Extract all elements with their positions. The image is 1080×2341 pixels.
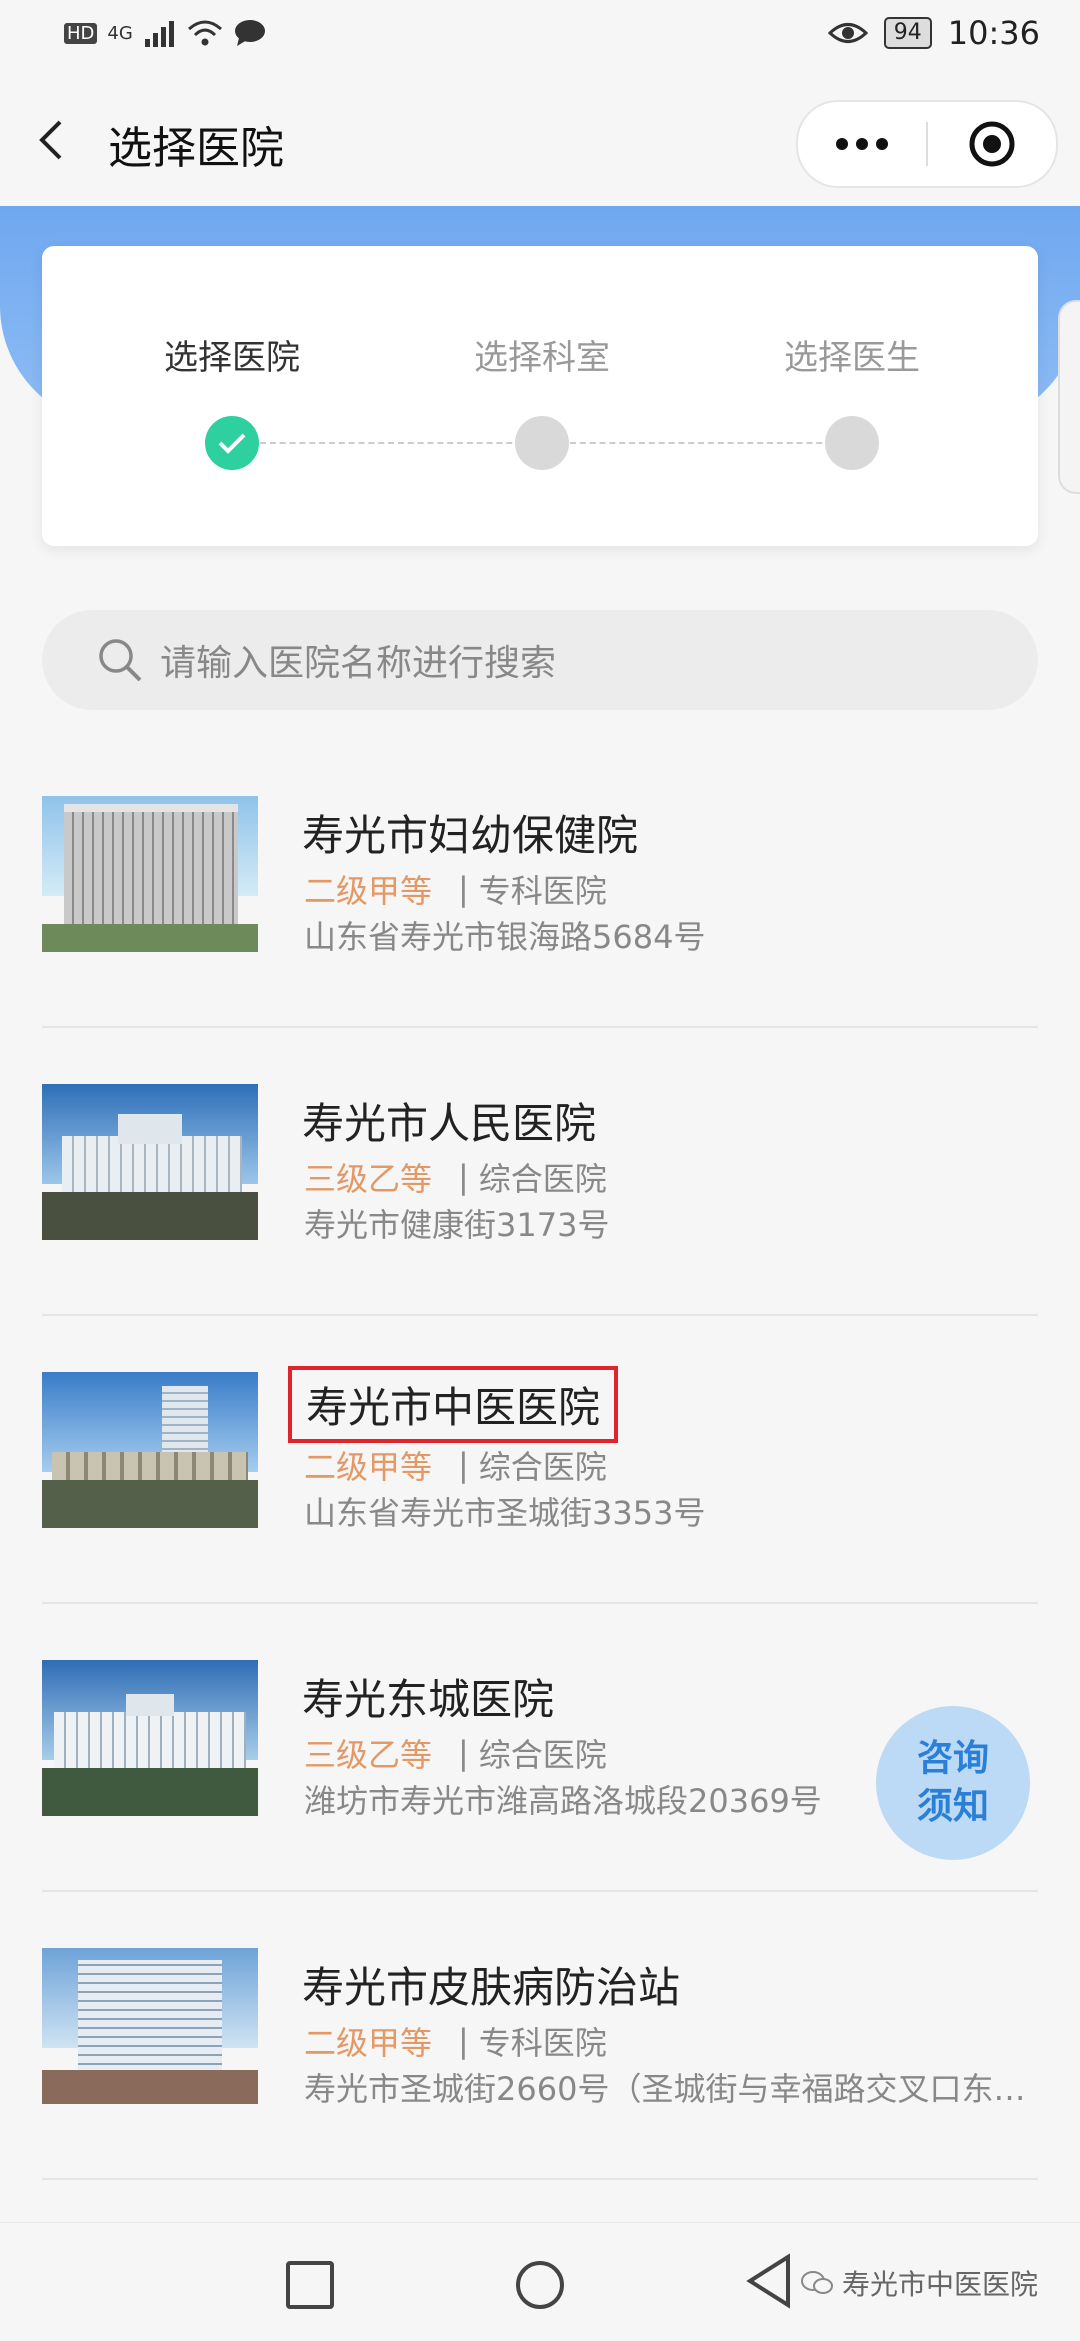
meta-separator: |	[458, 1734, 469, 1772]
list-item[interactable]: 寿光市妇幼保健院 二级甲等 | 专科医院 山东省寿光市银海路5684号	[42, 740, 1038, 1028]
mini-program-capsule	[796, 100, 1058, 188]
page-title: 选择医院	[108, 123, 284, 174]
wechat-icon	[801, 2271, 833, 2294]
home-button[interactable]	[516, 2261, 564, 2309]
check-icon	[218, 433, 246, 454]
step-label-hospital: 选择医院	[164, 338, 300, 378]
recent-apps-button[interactable]	[286, 2261, 334, 2309]
hospital-level: 三级乙等	[304, 1736, 433, 1774]
header: 选择医院	[0, 76, 1080, 206]
consult-notice-button[interactable]: 咨询 须知	[876, 1706, 1030, 1860]
hospital-list: 寿光市妇幼保健院 二级甲等 | 专科医院 山东省寿光市银海路5684号 寿光市人…	[42, 740, 1038, 2180]
step-progress-card: 选择医院 选择科室 选择医生	[42, 246, 1038, 546]
hospital-name: 寿光东城医院	[302, 1675, 555, 1724]
step-label-doctor: 选择医生	[784, 338, 920, 378]
hospital-meta: 二级甲等 | 专科医院	[304, 866, 607, 912]
list-item[interactable]: 寿光市人民医院 三级乙等 | 综合医院 寿光市健康街3173号	[42, 1028, 1038, 1316]
consult-line-2: 须知	[916, 1786, 989, 1827]
step-label-department: 选择科室	[474, 338, 610, 378]
hospital-address: 山东省寿光市圣城街3353号	[304, 1494, 706, 1532]
meta-separator: |	[458, 1158, 469, 1196]
search-bar[interactable]: 请输入医院名称进行搜索	[42, 610, 1038, 710]
more-dots-icon	[836, 138, 888, 150]
hospital-name: 寿光市妇幼保健院	[302, 811, 639, 860]
hospital-level: 二级甲等	[304, 1448, 433, 1486]
step-connector	[570, 442, 842, 444]
nav-back-icon[interactable]	[744, 2253, 794, 2309]
wifi-icon	[187, 20, 222, 46]
hospital-type: 综合医院	[478, 1736, 607, 1774]
hospital-level: 二级甲等	[304, 2024, 433, 2062]
list-item[interactable]: 寿光市皮肤病防治站 二级甲等 | 专科医院 寿光市圣城街2660号（圣城街与幸福…	[42, 1892, 1038, 2180]
hospital-type: 综合医院	[478, 1160, 607, 1198]
back-arrow-icon[interactable]	[28, 116, 76, 164]
hospital-address: 寿光市健康街3173号	[304, 1206, 610, 1244]
hospital-name: 寿光市中医医院	[288, 1366, 619, 1443]
hospital-address: 山东省寿光市银海路5684号	[304, 918, 706, 956]
watermark-text: 寿光市中医医院	[842, 2268, 1039, 2301]
hospital-meta: 二级甲等 | 专科医院	[304, 2018, 607, 2064]
search-input[interactable]: 请输入医院名称进行搜索	[160, 634, 556, 686]
hospital-photo	[42, 1948, 258, 2104]
hospital-photo	[42, 1372, 258, 1528]
battery-indicator: 94	[883, 17, 932, 49]
step-dot-pending	[515, 416, 569, 470]
target-icon	[969, 121, 1015, 167]
meta-separator: |	[458, 2022, 469, 2060]
status-bar: HD 4G 94 10:36	[0, 0, 1080, 76]
hospital-meta: 三级乙等 | 综合医院	[304, 1154, 607, 1200]
system-nav-bar: 寿光市中医医院	[0, 2222, 1080, 2341]
close-button[interactable]	[928, 102, 1056, 186]
hospital-name: 寿光市皮肤病防治站	[302, 1963, 681, 2012]
message-icon	[234, 20, 265, 46]
hospital-meta: 二级甲等 | 综合医院	[304, 1442, 607, 1488]
watermark: 寿光市中医医院	[800, 2263, 1038, 2303]
status-right: 94 10:36	[827, 14, 1040, 52]
consult-line-1: 咨询	[916, 1738, 989, 1779]
hospital-photo	[42, 796, 258, 952]
meta-separator: |	[458, 870, 469, 908]
step-dot-pending	[825, 416, 879, 470]
clock: 10:36	[947, 14, 1040, 52]
hospital-level: 三级乙等	[304, 1160, 433, 1198]
hospital-address: 寿光市圣城街2660号（圣城街与幸福路交叉口东…	[304, 2070, 1026, 2108]
hospital-meta: 三级乙等 | 综合医院	[304, 1730, 607, 1776]
side-handle[interactable]	[1058, 300, 1080, 494]
more-button[interactable]	[798, 102, 926, 186]
hospital-photo	[42, 1660, 258, 1816]
list-item[interactable]: 寿光市中医医院 二级甲等 | 综合医院 山东省寿光市圣城街3353号	[42, 1316, 1038, 1604]
meta-separator: |	[458, 1446, 469, 1484]
search-icon	[99, 639, 142, 682]
status-left: HD 4G	[64, 18, 267, 48]
signal-icon	[144, 21, 174, 47]
hospital-photo	[42, 1084, 258, 1240]
hospital-name: 寿光市人民医院	[302, 1099, 597, 1148]
hospital-type: 综合医院	[478, 1448, 607, 1486]
hospital-level: 二级甲等	[304, 872, 433, 910]
network-indicator: 4G	[107, 22, 133, 44]
hospital-type: 专科医院	[478, 872, 607, 910]
hospital-type: 专科医院	[478, 2024, 607, 2062]
eye-icon	[827, 23, 868, 43]
step-dot-done	[205, 416, 259, 470]
step-connector	[260, 442, 532, 444]
hd-indicator: HD	[64, 22, 98, 44]
